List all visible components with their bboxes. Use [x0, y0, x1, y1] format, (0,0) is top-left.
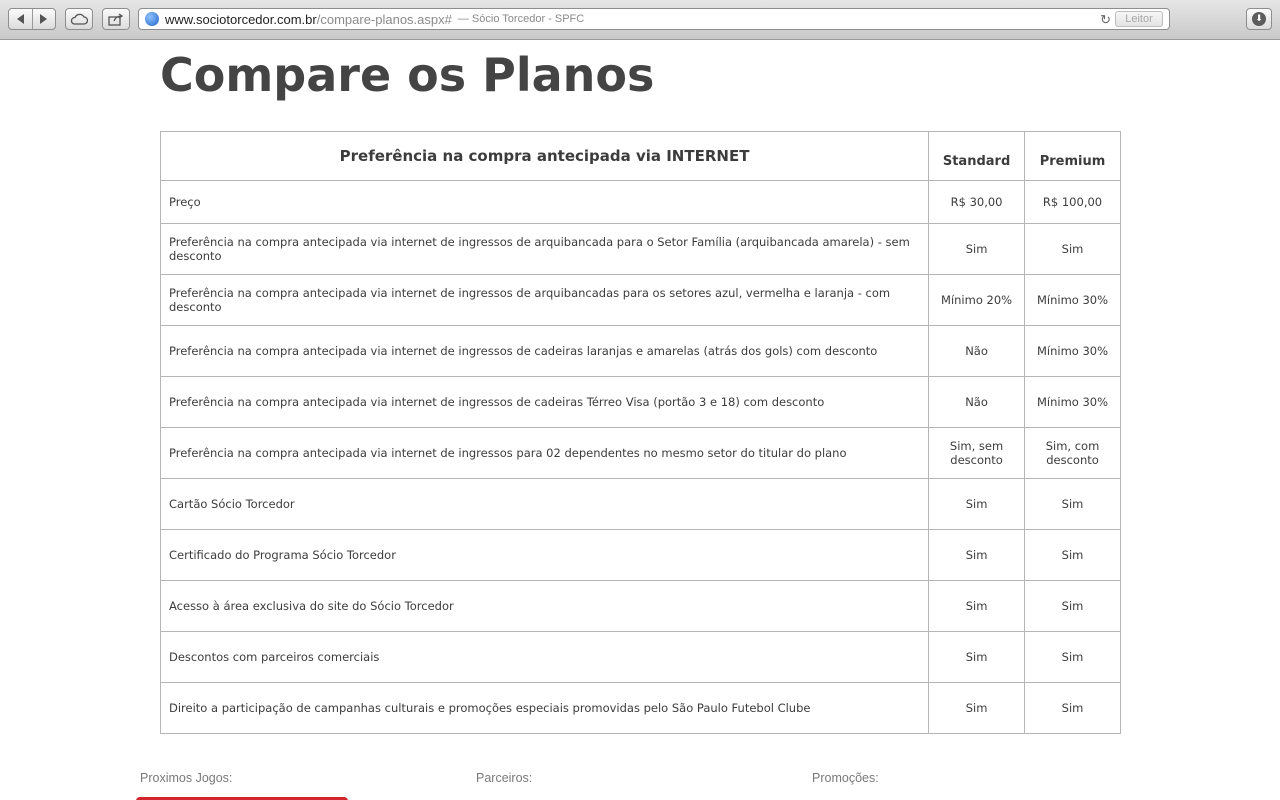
url-host: www.sociotorcedor.com.br — [165, 11, 317, 27]
table-row: Acesso à área exclusiva do site do Sócio… — [159, 580, 1121, 632]
back-icon — [16, 14, 24, 24]
premium-cell: Sim — [1024, 580, 1121, 632]
feature-cell: Preferência na compra antecipada via int… — [159, 223, 930, 275]
premium-cell: Mínimo 30% — [1024, 325, 1121, 377]
premium-cell: Sim — [1024, 529, 1121, 581]
table-row: Preço R$ 30,00 R$ 100,00 — [159, 180, 1121, 224]
reader-button[interactable]: Leitor — [1115, 11, 1163, 27]
download-icon: ⬇ — [1252, 12, 1266, 26]
promotions-label: Promoções: — [812, 771, 879, 785]
table-header-row: Preferência na compra antecipada via INT… — [159, 131, 1121, 181]
share-button[interactable] — [102, 8, 130, 30]
feature-cell: Preferência na compra antecipada via int… — [159, 325, 930, 377]
feature-cell: Preferência na compra antecipada via int… — [159, 274, 930, 326]
standard-cell: R$ 30,00 — [928, 180, 1026, 224]
standard-cell: Sim — [928, 478, 1026, 530]
url-path: /compare-planos.aspx# — [316, 11, 452, 27]
table-row: Preferência na compra antecipada via int… — [159, 223, 1121, 275]
premium-column-header: Premium — [1024, 131, 1121, 181]
premium-cell: Mínimo 30% — [1024, 376, 1121, 428]
partners-label: Parceiros: — [476, 771, 533, 785]
forward-button[interactable] — [31, 9, 55, 29]
premium-cell: Sim, com desconto — [1024, 427, 1121, 479]
standard-cell: Não — [928, 376, 1026, 428]
standard-cell: Mínimo 20% — [928, 274, 1026, 326]
table-row: Descontos com parceiros comerciais Sim S… — [159, 631, 1121, 683]
downloads-button[interactable]: ⬇ — [1246, 8, 1272, 30]
page-title: Compare os Planos — [160, 48, 655, 102]
forward-icon — [40, 14, 48, 24]
premium-cell: Sim — [1024, 223, 1121, 275]
icloud-tabs-button[interactable] — [65, 8, 93, 30]
table-row: Preferência na compra antecipada via int… — [159, 325, 1121, 377]
table-row: Preferência na compra antecipada via int… — [159, 274, 1121, 326]
standard-cell: Sim, sem desconto — [928, 427, 1026, 479]
standard-cell: Sim — [928, 682, 1026, 734]
premium-cell: R$ 100,00 — [1024, 180, 1121, 224]
premium-cell: Mínimo 30% — [1024, 274, 1121, 326]
globe-icon — [145, 12, 159, 26]
nav-buttons — [8, 8, 56, 30]
feature-cell: Cartão Sócio Torcedor — [159, 478, 930, 530]
reload-icon[interactable]: ↻ — [1100, 12, 1111, 28]
standard-cell: Sim — [928, 631, 1026, 683]
standard-column-header: Standard — [928, 131, 1026, 181]
tab-title: — Sócio Torcedor - SPFC — [457, 13, 585, 25]
feature-cell: Preferência na compra antecipada via int… — [159, 427, 930, 479]
premium-cell: Sim — [1024, 682, 1121, 734]
table-row: Preferência na compra antecipada via int… — [159, 376, 1121, 428]
feature-cell: Direito a participação de campanhas cult… — [159, 682, 930, 734]
feature-cell: Acesso à área exclusiva do site do Sócio… — [159, 580, 930, 632]
feature-cell: Descontos com parceiros comerciais — [159, 631, 930, 683]
share-icon — [108, 12, 124, 26]
table-row: Certificado do Programa Sócio Torcedor S… — [159, 529, 1121, 581]
table-row: Direito a participação de campanhas cult… — [159, 682, 1121, 734]
next-games-label: Proximos Jogos: — [140, 771, 233, 785]
table-row: Preferência na compra antecipada via int… — [159, 427, 1121, 479]
browser-toolbar: www.sociotorcedor.com.br/compare-planos.… — [0, 0, 1280, 40]
premium-cell: Sim — [1024, 478, 1121, 530]
address-bar[interactable]: www.sociotorcedor.com.br/compare-planos.… — [138, 8, 1170, 30]
table-row: Cartão Sócio Torcedor Sim Sim — [159, 478, 1121, 530]
feature-cell: Preço — [159, 180, 930, 224]
standard-cell: Não — [928, 325, 1026, 377]
feature-cell: Preferência na compra antecipada via int… — [159, 376, 930, 428]
feature-column-header: Preferência na compra antecipada via INT… — [159, 131, 930, 181]
feature-cell: Certificado do Programa Sócio Torcedor — [159, 529, 930, 581]
back-button[interactable] — [9, 9, 32, 29]
standard-cell: Sim — [928, 580, 1026, 632]
standard-cell: Sim — [928, 223, 1026, 275]
premium-cell: Sim — [1024, 631, 1121, 683]
standard-cell: Sim — [928, 529, 1026, 581]
plans-comparison-table: Preferência na compra antecipada via INT… — [159, 131, 1121, 734]
icloud-icon — [70, 13, 88, 25]
